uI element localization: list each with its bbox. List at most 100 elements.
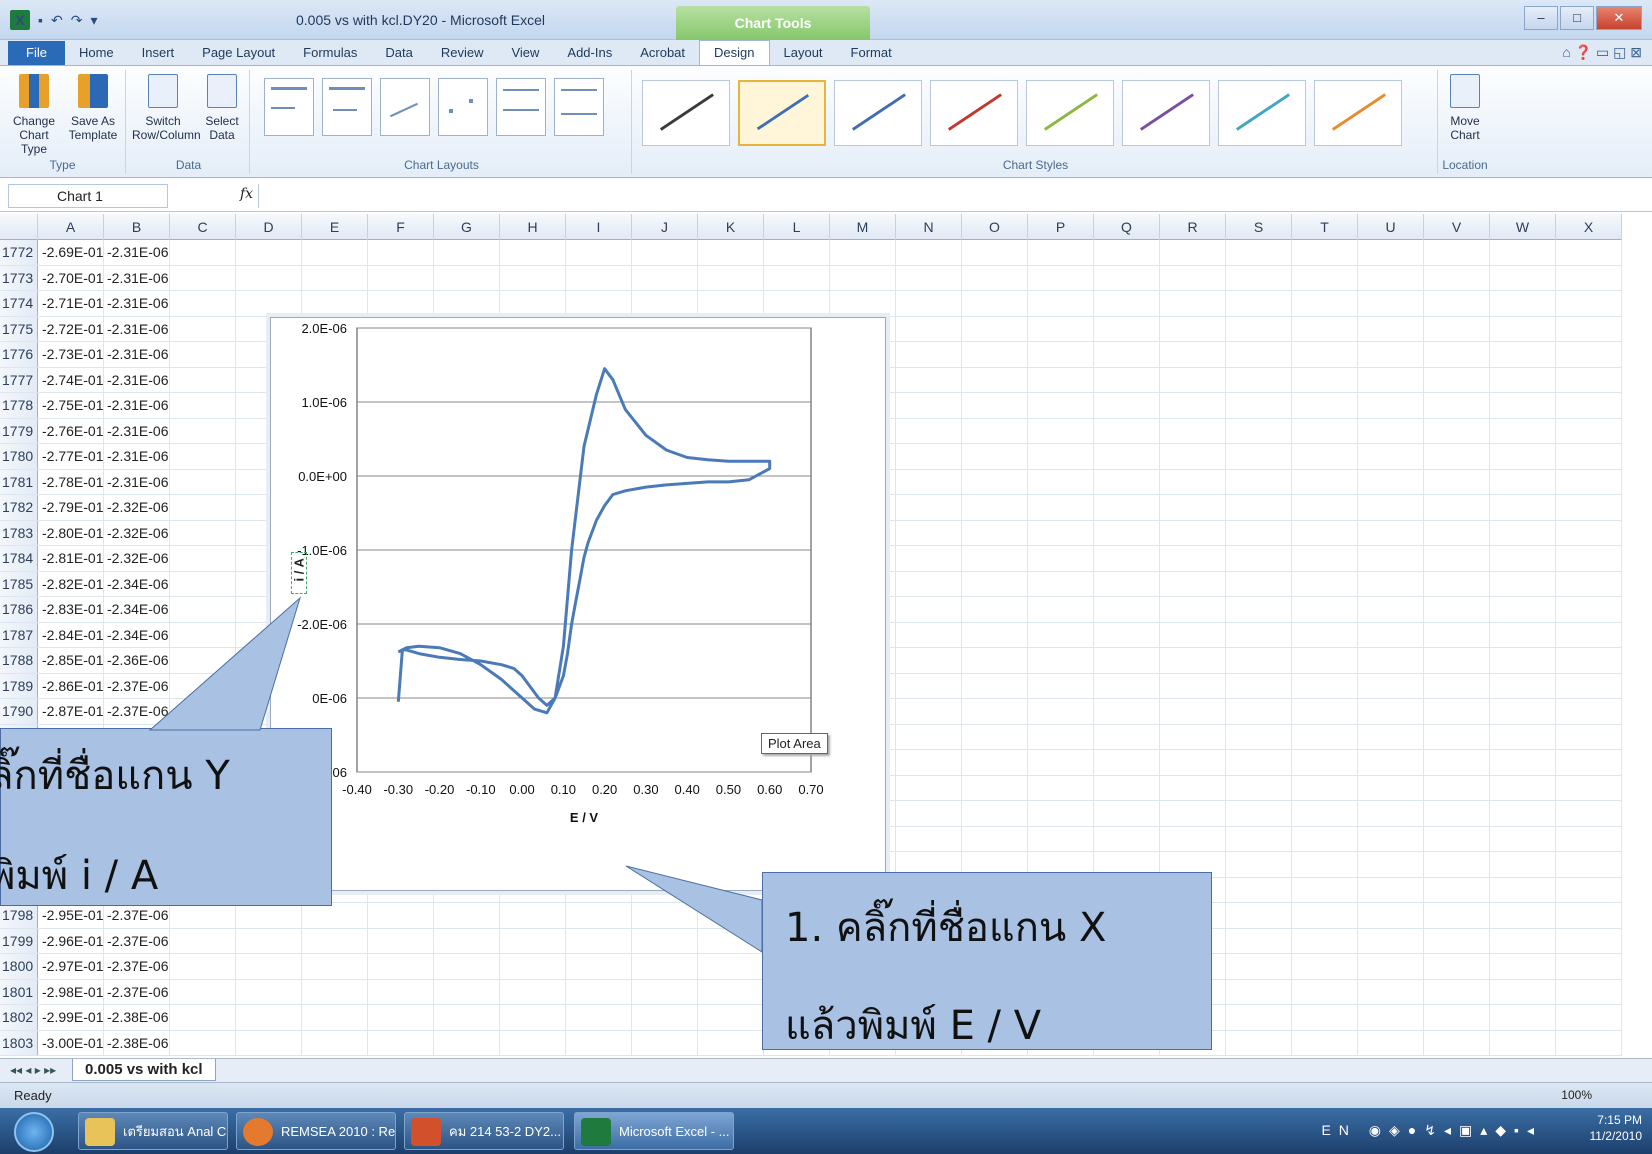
cell[interactable]: [1424, 469, 1490, 494]
row-header[interactable]: 1787: [0, 622, 38, 647]
cell[interactable]: [1226, 418, 1292, 443]
cell[interactable]: [1424, 291, 1490, 316]
column-header-m[interactable]: M: [830, 214, 896, 240]
cell[interactable]: [1094, 367, 1160, 392]
cell[interactable]: [302, 291, 368, 316]
cell[interactable]: [1556, 928, 1622, 953]
cell[interactable]: [896, 597, 962, 622]
cell[interactable]: [962, 495, 1028, 520]
cell[interactable]: [698, 265, 764, 290]
cell[interactable]: [1028, 750, 1094, 775]
cell[interactable]: [896, 316, 962, 341]
cell[interactable]: [764, 291, 830, 316]
cell[interactable]: [1028, 571, 1094, 596]
cell[interactable]: [1556, 750, 1622, 775]
cell[interactable]: [632, 979, 698, 1004]
row-header[interactable]: 1775: [0, 316, 38, 341]
cell[interactable]: [1292, 979, 1358, 1004]
cell[interactable]: [1490, 801, 1556, 826]
cell[interactable]: [1424, 877, 1490, 902]
cell[interactable]: [170, 699, 236, 724]
cell[interactable]: [1490, 571, 1556, 596]
cell[interactable]: [1556, 240, 1622, 265]
cell[interactable]: [1358, 775, 1424, 800]
cell-a[interactable]: -2.83E-01: [38, 597, 104, 622]
cell[interactable]: [1028, 622, 1094, 647]
cell[interactable]: [1094, 699, 1160, 724]
column-header-l[interactable]: L: [764, 214, 830, 240]
cell[interactable]: [1292, 1005, 1358, 1030]
cell[interactable]: [434, 291, 500, 316]
cell-b[interactable]: -2.37E-06: [104, 699, 170, 724]
cell[interactable]: [1094, 342, 1160, 367]
layout-thumb-3[interactable]: [380, 78, 430, 136]
row-header[interactable]: 1783: [0, 520, 38, 545]
cell[interactable]: [1358, 597, 1424, 622]
row-header[interactable]: 1777: [0, 367, 38, 392]
cell[interactable]: [896, 826, 962, 851]
row-header[interactable]: 1780: [0, 444, 38, 469]
cell[interactable]: [1424, 367, 1490, 392]
customize-qat-icon[interactable]: ▾: [90, 12, 97, 29]
cell[interactable]: [1160, 520, 1226, 545]
cell[interactable]: [302, 954, 368, 979]
cell-b[interactable]: -2.38E-06: [104, 1030, 170, 1055]
move-chart-button[interactable]: Move Chart: [1442, 74, 1488, 142]
close-button[interactable]: ✕: [1596, 6, 1642, 30]
cell[interactable]: [1556, 826, 1622, 851]
cell[interactable]: [434, 265, 500, 290]
cell[interactable]: [1226, 1030, 1292, 1055]
redo-icon[interactable]: ↷: [71, 12, 83, 29]
cell[interactable]: [368, 291, 434, 316]
y-axis-title[interactable]: i / A: [291, 552, 307, 594]
cell[interactable]: [1094, 597, 1160, 622]
cell[interactable]: [1226, 724, 1292, 749]
cell[interactable]: [896, 801, 962, 826]
cell[interactable]: [1226, 750, 1292, 775]
cell[interactable]: [1556, 979, 1622, 1004]
cell[interactable]: [896, 444, 962, 469]
cell[interactable]: [1556, 291, 1622, 316]
cell[interactable]: [1556, 418, 1622, 443]
cell[interactable]: [170, 495, 236, 520]
cell[interactable]: [170, 291, 236, 316]
cell[interactable]: [236, 240, 302, 265]
cell-b[interactable]: -2.31E-06: [104, 367, 170, 392]
cell[interactable]: [1028, 265, 1094, 290]
cell[interactable]: [566, 979, 632, 1004]
cell[interactable]: [170, 928, 236, 953]
cell[interactable]: [1160, 571, 1226, 596]
cell-a[interactable]: -2.86E-01: [38, 673, 104, 698]
chart-object[interactable]: 2.0E-06 1.0E-06 0.0E+00 -1.0E-06 -2.0E-06 0E-…: [270, 317, 886, 891]
column-header-v[interactable]: V: [1424, 214, 1490, 240]
chart-style-8[interactable]: [1314, 80, 1402, 146]
cell[interactable]: [1424, 1005, 1490, 1030]
cell-b[interactable]: -2.34E-06: [104, 571, 170, 596]
cell-a[interactable]: -2.99E-01: [38, 1005, 104, 1030]
cell[interactable]: [1490, 265, 1556, 290]
cell[interactable]: [1028, 444, 1094, 469]
cell[interactable]: [1358, 444, 1424, 469]
cell[interactable]: [1226, 801, 1292, 826]
cell[interactable]: [698, 954, 764, 979]
cell[interactable]: [896, 367, 962, 392]
cell[interactable]: [500, 928, 566, 953]
cell[interactable]: [170, 367, 236, 392]
tab-acrobat[interactable]: Acrobat: [626, 41, 699, 65]
cell[interactable]: [962, 571, 1028, 596]
cell[interactable]: [1094, 648, 1160, 673]
cell[interactable]: [302, 928, 368, 953]
cell[interactable]: [1226, 826, 1292, 851]
row-header[interactable]: 1785: [0, 571, 38, 596]
name-box[interactable]: Chart 1: [8, 184, 168, 208]
layout-thumb-4[interactable]: [438, 78, 488, 136]
cell[interactable]: [170, 622, 236, 647]
cell[interactable]: [1490, 1030, 1556, 1055]
cell[interactable]: [1424, 826, 1490, 851]
cell[interactable]: [1226, 1005, 1292, 1030]
cell[interactable]: [1358, 291, 1424, 316]
sheet-tab[interactable]: 0.005 vs with kcl: [72, 1059, 216, 1081]
cell[interactable]: [1358, 546, 1424, 571]
cell[interactable]: [1028, 801, 1094, 826]
cell[interactable]: [1556, 954, 1622, 979]
